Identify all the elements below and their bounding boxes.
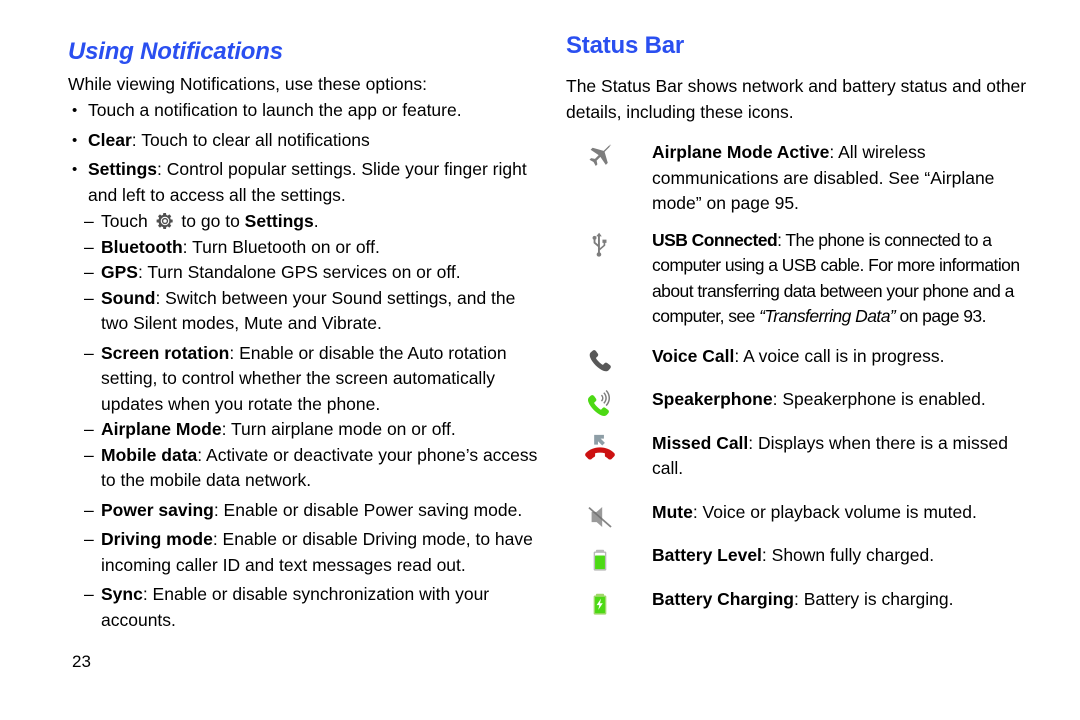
sub-list-item: – Bluetooth: Turn Bluetooth on or off. xyxy=(68,235,538,261)
sub-list-item-term: Settings xyxy=(244,211,314,231)
list-item: • Touch a notification to launch the app … xyxy=(68,98,538,124)
mute-icon xyxy=(572,500,628,534)
dash-marker: – xyxy=(84,499,94,520)
sub-list-item-term: Driving mode xyxy=(101,529,213,549)
missed-call-icon xyxy=(572,431,628,465)
sub-list-item: – Sync: Enable or disable synchronization… xyxy=(68,582,538,633)
status-icon-text: Voice Call: A voice call is in progress. xyxy=(652,346,944,366)
battery-level-icon xyxy=(572,543,628,577)
status-icon-row-battery-charging: Battery Charging: Battery is charging. xyxy=(566,587,1032,615)
status-icon-term: Speakerphone xyxy=(652,389,773,409)
sub-list-item-settings: – Touch to go to Settings. xyxy=(68,209,538,235)
sub-list-item-text-2: to go to xyxy=(176,211,245,231)
bullet-marker: • xyxy=(72,102,78,119)
sub-list-item: – Power saving: Enable or disable Power s… xyxy=(68,498,538,524)
manual-page: Using Notifications While viewing Notifi… xyxy=(0,0,1080,720)
voice-call-icon xyxy=(572,344,628,378)
dash-marker: – xyxy=(84,529,94,549)
dash-marker: – xyxy=(84,444,94,465)
status-icon-row-airplane-mode: Airplane Mode Active: All wireless commu… xyxy=(566,140,1032,217)
sub-list-item: – Driving mode: Enable or disable Driving… xyxy=(68,527,538,578)
sub-list-item: – GPS: Turn Standalone GPS services on or… xyxy=(68,260,538,286)
dash-marker: – xyxy=(84,236,94,257)
list-item: • Clear: Touch to clear all notifications xyxy=(68,128,538,154)
sub-list-item-term: Mobile data xyxy=(101,444,198,465)
list-item: • Settings: Control popular settings. Sli… xyxy=(68,157,538,208)
status-icon-term: Voice Call xyxy=(652,345,735,366)
status-icon-desc: : A voice call is in progress. xyxy=(734,345,945,366)
sub-list-item-text: : Enable or disable Power saving mode. xyxy=(213,499,523,520)
status-icon-desc: : Voice or playback volume is muted. xyxy=(692,501,977,522)
status-icon-term: Mute xyxy=(652,501,693,522)
status-icon-row-speakerphone: Speakerphone: Speakerphone is enabled. xyxy=(566,387,1032,416)
status-icon-row-usb-connected: USB Connected: The phone is connected to… xyxy=(566,228,1032,330)
status-icon-row-missed-call: Missed Call: Displays when there is a mi… xyxy=(566,431,1032,482)
status-icon-term: Battery Charging xyxy=(652,588,794,609)
sub-list-item-text: : Turn Bluetooth on or off. xyxy=(182,236,380,257)
sub-list-item: – Sound: Switch between your Sound settin… xyxy=(68,286,538,337)
status-icon-desc: : Speakerphone is enabled. xyxy=(772,389,986,409)
sub-list-item-term: Sound xyxy=(101,287,156,308)
page-number: 23 xyxy=(72,652,91,671)
status-icon-row-mute: Mute: Voice or playback volume is muted. xyxy=(566,500,1032,528)
list-item-term: Settings xyxy=(88,159,158,179)
sub-list-item: – Mobile data: Activate or deactivate you… xyxy=(68,443,538,494)
list-item-text: Touch a notification to launch the app o… xyxy=(88,100,462,120)
page-title-status-bar: Status Bar xyxy=(566,32,685,59)
sub-list-item-term: Bluetooth xyxy=(101,236,183,257)
dash-marker: – xyxy=(84,419,94,439)
status-icon-desc-tail: on page 93. xyxy=(895,306,986,326)
sub-list-item-term: Sync xyxy=(101,584,143,604)
sub-list-item-text-3: . xyxy=(313,211,319,231)
status-icon-term: Missed Call xyxy=(652,432,749,453)
status-icon-text: Mute: Voice or playback volume is muted. xyxy=(652,502,977,522)
sub-list-item-term: Screen rotation xyxy=(101,342,230,363)
status-icon-text: Battery Level: Shown fully charged. xyxy=(652,545,934,565)
bullet-marker: • xyxy=(72,131,78,149)
dash-marker: – xyxy=(84,211,94,231)
status-icon-text: Speakerphone: Speakerphone is enabled. xyxy=(652,389,986,409)
bullet-marker: • xyxy=(72,161,78,178)
status-icon-text: Airplane Mode Active: All wireless commu… xyxy=(652,142,994,213)
sub-list-item-text: : Switch between your Sound settings, an… xyxy=(101,287,516,334)
status-icon-text: Missed Call: Displays when there is a mi… xyxy=(652,433,1008,479)
status-icon-term: Battery Level xyxy=(652,545,762,565)
status-bar-intro: The Status Bar shows network and battery… xyxy=(566,76,1027,122)
speakerphone-icon xyxy=(572,387,628,421)
dash-marker: – xyxy=(84,287,94,308)
dash-marker: – xyxy=(84,342,94,363)
dash-marker: – xyxy=(84,262,94,282)
sub-list-item: – Airplane Mode: Turn airplane mode on or… xyxy=(68,417,538,443)
status-icon-text: USB Connected: The phone is connected to… xyxy=(652,230,1020,327)
sub-list-item-term: Power saving xyxy=(101,499,214,520)
status-icon-reference: “Transferring Data” xyxy=(759,306,896,326)
airplane-icon xyxy=(572,140,628,174)
status-icon-desc: : Battery is charging. xyxy=(793,588,954,609)
sub-list-item-text: Touch xyxy=(101,211,153,231)
status-icon-term: USB Connected xyxy=(652,229,778,250)
status-icon-row-battery-level: Battery Level: Shown fully charged. xyxy=(566,543,1032,571)
sub-list-item-term: GPS xyxy=(101,262,138,282)
status-icon-term: Airplane Mode Active xyxy=(652,142,830,162)
intro-paragraph: While viewing Notifications, use these o… xyxy=(68,74,427,94)
list-item-text: : Touch to clear all notifications xyxy=(131,129,370,150)
status-icon-row-voice-call: Voice Call: A voice call is in progress. xyxy=(566,344,1032,371)
status-icon-desc: : Shown fully charged. xyxy=(761,545,935,565)
sub-list-item-text: : Turn airplane mode on or off. xyxy=(221,419,456,439)
sub-list-item-text: : Turn Standalone GPS services on or off… xyxy=(137,262,461,282)
sub-list-item: – Screen rotation: Enable or disable the … xyxy=(68,341,538,418)
status-icon-text: Battery Charging: Battery is charging. xyxy=(652,589,954,609)
dash-marker: – xyxy=(84,584,94,604)
sub-list-item-term: Airplane Mode xyxy=(101,419,222,439)
list-item-term: Clear xyxy=(88,129,132,150)
page-title-using-notifications: Using Notifications xyxy=(68,38,283,65)
sub-list-item-text: : Enable or disable synchronization with… xyxy=(101,584,490,630)
usb-icon xyxy=(572,228,628,262)
gear-icon xyxy=(155,211,175,231)
battery-charging-icon xyxy=(572,587,628,621)
